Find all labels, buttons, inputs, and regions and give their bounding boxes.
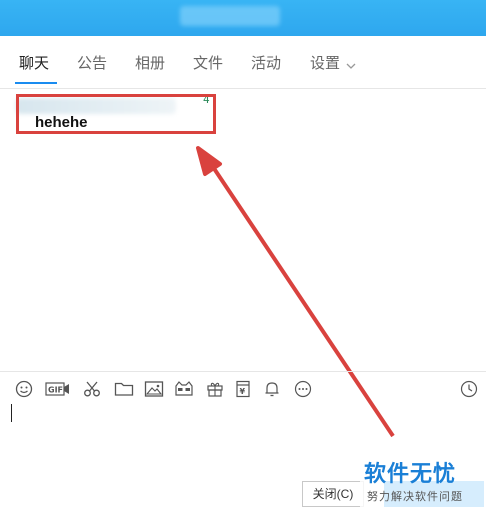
gift-icon[interactable] [204,379,226,399]
emoji-icon[interactable] [13,379,35,399]
tab-settings[interactable]: 设置 [310,52,356,75]
title-bar [0,0,486,36]
chat-toolbar: GIF ¥ [0,371,486,406]
scissors-icon[interactable] [81,379,103,399]
sticker-icon[interactable] [173,379,195,399]
svg-text:¥: ¥ [240,387,246,396]
active-tab-indicator [15,82,57,84]
red-packet-icon[interactable]: ¥ [232,379,254,399]
window-title-blurred [180,6,280,26]
text-caret [11,404,12,422]
history-clock-icon[interactable] [458,379,480,399]
tab-bar: 聊天 公告 相册 文件 活动 设置 [0,36,486,89]
tab-chat[interactable]: 聊天 [19,52,49,74]
highlight-box [16,94,216,134]
tab-files[interactable]: 文件 [193,52,223,74]
folder-icon[interactable] [113,379,135,399]
svg-text:GIF: GIF [48,386,63,395]
tab-album[interactable]: 相册 [135,52,165,74]
chevron-down-icon [346,53,356,75]
bell-icon[interactable] [261,379,283,399]
tab-announcement[interactable]: 公告 [77,52,107,74]
image-icon[interactable] [143,379,165,399]
close-button[interactable]: 关闭(C) [302,481,364,507]
tab-settings-label: 设置 [310,54,341,72]
more-icon[interactable] [292,379,314,399]
watermark-subtitle: 努力解决软件问题 [367,490,463,503]
watermark-title: 软件无忧 [364,462,457,487]
gif-icon[interactable]: GIF [45,379,71,399]
tab-activity[interactable]: 活动 [251,52,281,74]
